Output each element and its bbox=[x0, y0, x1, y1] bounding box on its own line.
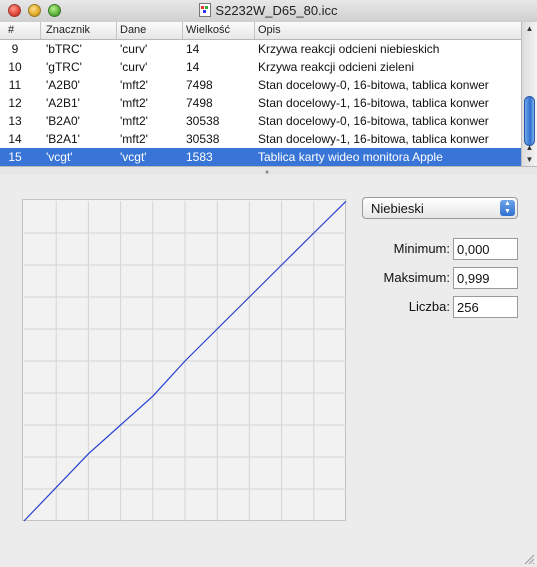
scroll-up-arrow-icon-bottom[interactable]: ▲ bbox=[522, 143, 537, 152]
row-description: Stan docelowy-0, 16-bitowa, tablica konw… bbox=[258, 78, 489, 92]
row-data: 'vcgt' bbox=[120, 150, 147, 164]
row-number: 9 bbox=[11, 42, 19, 56]
minimum-label: Minimum: bbox=[393, 241, 450, 256]
count-field[interactable] bbox=[453, 296, 518, 318]
count-row: Liczba: bbox=[362, 296, 518, 318]
resize-grip-icon[interactable] bbox=[523, 553, 535, 565]
row-description: Stan docelowy-1, 16-bitowa, tablica konw… bbox=[258, 132, 489, 146]
row-size: 30538 bbox=[186, 114, 220, 128]
table-row[interactable]: 10 'gTRC' 'curv' 14 Krzywa reakcji odcieni z… bbox=[0, 58, 521, 76]
row-number: 13 bbox=[8, 114, 22, 128]
divider-grip-icon: ● bbox=[265, 169, 270, 176]
row-description: Stan docelowy-0, 16-bitowa, tablica konw… bbox=[258, 114, 489, 128]
column-header-description[interactable]: Opis bbox=[258, 24, 281, 36]
row-data: 'mft2' bbox=[120, 132, 148, 146]
row-description: Stan docelowy-1, 16-bitowa, tablica konw… bbox=[258, 96, 489, 110]
row-number: 12 bbox=[8, 96, 22, 110]
row-data: 'curv' bbox=[120, 42, 148, 56]
column-header-size[interactable]: Wielkość bbox=[186, 24, 230, 36]
row-tag: 'A2B0' bbox=[46, 78, 80, 92]
channel-popup-value: Niebieski bbox=[371, 201, 424, 216]
curve-chart bbox=[23, 200, 347, 522]
row-tag: 'vcgt' bbox=[46, 150, 73, 164]
scroll-down-arrow-icon[interactable]: ▼ bbox=[522, 155, 537, 164]
minimum-field[interactable] bbox=[453, 238, 518, 260]
row-size: 1583 bbox=[186, 150, 213, 164]
column-header-tag[interactable]: Znacznik bbox=[46, 24, 90, 36]
scroll-up-arrow-icon[interactable]: ▲ bbox=[522, 24, 537, 33]
column-header-number[interactable]: # bbox=[8, 24, 14, 36]
row-tag: 'B2A0' bbox=[46, 114, 80, 128]
tag-table[interactable]: # Znacznik Dane Wielkość Opis 9 'bTRC' 'cu… bbox=[0, 22, 521, 166]
table-row[interactable]: 9 'bTRC' 'curv' 14 Krzywa reakcji odcieni ni… bbox=[0, 40, 521, 58]
table-row[interactable]: 14 'B2A1' 'mft2' 30538 Stan docelowy-1, 16-b… bbox=[0, 130, 521, 148]
count-label: Liczba: bbox=[408, 299, 450, 314]
table-scrollbar[interactable]: ▲ ▲ ▼ bbox=[521, 22, 537, 166]
table-header: # Znacznik Dane Wielkość Opis bbox=[0, 22, 521, 40]
scrollbar-thumb[interactable] bbox=[524, 96, 535, 146]
row-description: Krzywa reakcji odcieni niebieskich bbox=[258, 42, 440, 56]
row-tag: 'gTRC' bbox=[46, 60, 82, 74]
row-size: 14 bbox=[186, 60, 200, 74]
maximum-label: Maksimum: bbox=[383, 270, 450, 285]
popup-arrows-icon: ▲ ▼ bbox=[500, 200, 515, 216]
maximum-row: Maksimum: bbox=[362, 267, 518, 289]
window-title-area: S2232W_D65_80.icc bbox=[0, 3, 537, 18]
row-number: 15 bbox=[8, 150, 22, 164]
table-row[interactable]: 13 'B2A0' 'mft2' 30538 Stan docelowy-0, 16-b… bbox=[0, 112, 521, 130]
split-view-divider[interactable]: ● bbox=[0, 166, 537, 176]
channel-popup-button[interactable]: Niebieski ▲ ▼ bbox=[362, 197, 518, 219]
row-data: 'curv' bbox=[120, 60, 148, 74]
row-description: Tablica karty wideo monitora Apple bbox=[258, 150, 443, 164]
row-number: 10 bbox=[8, 60, 22, 74]
row-size: 7498 bbox=[186, 96, 213, 110]
row-description: Krzywa reakcji odcieni zieleni bbox=[258, 60, 415, 74]
table-row[interactable]: 12 'A2B1' 'mft2' 7498 Stan docelowy-1, 16-bi… bbox=[0, 94, 521, 112]
table-row[interactable]: 11 'A2B0' 'mft2' 7498 Stan docelowy-0, 16-bi… bbox=[0, 76, 521, 94]
maximum-field[interactable] bbox=[453, 267, 518, 289]
table-row[interactable]: 15 'vcgt' 'vcgt' 1583 Tablica karty wideo mo… bbox=[0, 148, 521, 166]
vcgt-curve-graph bbox=[22, 199, 347, 522]
row-size: 30538 bbox=[186, 132, 220, 146]
row-number: 11 bbox=[8, 78, 22, 92]
table-body: 9 'bTRC' 'curv' 14 Krzywa reakcji odcieni ni… bbox=[0, 40, 521, 166]
row-tag: 'B2A1' bbox=[46, 132, 80, 146]
window-title: S2232W_D65_80.icc bbox=[215, 3, 338, 18]
icc-document-icon bbox=[199, 3, 212, 17]
title-bar: S2232W_D65_80.icc bbox=[0, 0, 537, 23]
column-header-data[interactable]: Dane bbox=[120, 24, 146, 36]
row-tag: 'A2B1' bbox=[46, 96, 80, 110]
row-data: 'mft2' bbox=[120, 78, 148, 92]
row-tag: 'bTRC' bbox=[46, 42, 82, 56]
row-number: 14 bbox=[8, 132, 22, 146]
minimum-row: Minimum: bbox=[362, 238, 518, 260]
row-data: 'mft2' bbox=[120, 96, 148, 110]
row-size: 14 bbox=[186, 42, 200, 56]
row-data: 'mft2' bbox=[120, 114, 148, 128]
row-size: 7498 bbox=[186, 78, 213, 92]
